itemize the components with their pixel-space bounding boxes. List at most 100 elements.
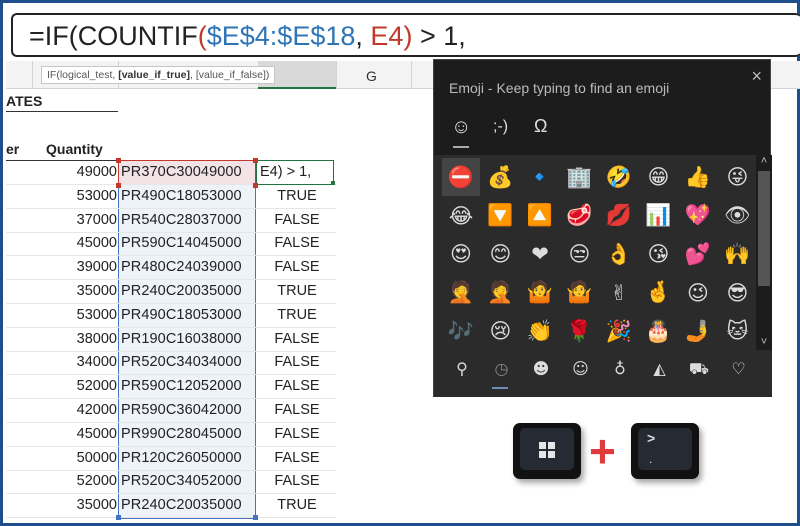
smileys-category-icon[interactable]: ☻	[528, 359, 554, 381]
duplicate-result-cell[interactable]: TRUE	[258, 283, 336, 299]
product-code-cell[interactable]: PR520C34034000	[121, 354, 242, 370]
quantity-cell[interactable]: 53000	[77, 188, 117, 204]
range-handle[interactable]	[116, 515, 121, 520]
quantity-cell[interactable]: 39000	[77, 259, 117, 275]
recent-category-icon[interactable]: ◷	[489, 359, 515, 381]
product-code-cell[interactable]: PR190C16038000	[121, 331, 242, 347]
duplicate-result-cell[interactable]: FALSE	[258, 259, 336, 275]
search-category-icon[interactable]: ⚲	[449, 359, 475, 381]
quantity-cell[interactable]: 37000	[77, 212, 117, 228]
quantity-cell[interactable]: 42000	[77, 402, 117, 418]
emoji-item[interactable]: 📊	[640, 197, 678, 235]
product-code-cell[interactable]: PR490C18053000	[121, 307, 242, 323]
emoji-item[interactable]: 👏	[521, 312, 559, 350]
product-code-cell[interactable]: PR590C14045000	[121, 235, 242, 251]
emoji-item[interactable]: 🤷	[561, 274, 599, 312]
emoji-item[interactable]: 💖	[679, 197, 717, 235]
range-handle[interactable]	[253, 183, 258, 188]
emoji-item[interactable]: 🤳	[679, 312, 717, 350]
quantity-cell[interactable]: 38000	[77, 331, 117, 347]
duplicate-result-cell[interactable]: FALSE	[258, 378, 336, 394]
duplicate-result-cell[interactable]: TRUE	[258, 497, 336, 513]
celebration-category-icon[interactable]: ♁	[607, 359, 633, 381]
fill-handle[interactable]	[331, 181, 335, 185]
product-code-cell[interactable]: PR240C20035000	[121, 497, 242, 513]
emoji-item[interactable]: 🐱	[719, 312, 757, 350]
symbols-category-icon[interactable]: ♡	[726, 359, 752, 381]
product-code-cell[interactable]: PR490C18053000	[121, 188, 242, 204]
emoji-item[interactable]: 😘	[640, 235, 678, 273]
emoji-item[interactable]: ✌	[600, 274, 638, 312]
symbols-tab-icon[interactable]: Ω	[534, 116, 547, 137]
emoji-item[interactable]: 🥩	[561, 197, 599, 235]
emoji-item[interactable]: 🙌	[719, 235, 757, 273]
product-code-cell[interactable]: PR480C24039000	[121, 259, 242, 275]
emoji-item[interactable]: 🤞	[640, 274, 678, 312]
range-handle[interactable]	[116, 183, 121, 188]
product-code-cell[interactable]: PR520C34052000	[121, 473, 242, 489]
emoji-item[interactable]: 🏢	[561, 158, 599, 196]
emoji-item[interactable]: 💰	[482, 158, 520, 196]
quantity-cell[interactable]: 45000	[77, 235, 117, 251]
close-icon[interactable]: ×	[751, 66, 762, 87]
column-header-g[interactable]: G	[366, 68, 377, 84]
emoji-item[interactable]: 🎶	[442, 312, 480, 350]
kaomoji-tab-icon[interactable]: ;-)	[493, 118, 508, 136]
emoji-scrollbar[interactable]: ˄ ˅	[756, 155, 772, 350]
emoji-item[interactable]: 💋	[600, 197, 638, 235]
emoji-item[interactable]: 🔼	[521, 197, 559, 235]
quantity-cell[interactable]: 52000	[77, 378, 117, 394]
emoji-item[interactable]: 🌹	[561, 312, 599, 350]
emoji-item[interactable]: 👁	[719, 197, 757, 235]
emoji-item[interactable]: 💕	[679, 235, 717, 273]
emoji-item[interactable]: 🎂	[640, 312, 678, 350]
quantity-cell[interactable]: 35000	[77, 283, 117, 299]
emoji-item[interactable]: 😁	[640, 158, 678, 196]
emoji-item[interactable]: 👌	[600, 235, 638, 273]
product-code-cell[interactable]: PR540C28037000	[121, 212, 242, 228]
quantity-cell[interactable]: 52000	[77, 473, 117, 489]
people-category-icon[interactable]: ☺	[568, 359, 594, 381]
product-code-cell[interactable]: PR590C12052000	[121, 378, 242, 394]
scroll-up-icon[interactable]: ˄	[756, 155, 772, 169]
duplicate-result-cell[interactable]: FALSE	[258, 473, 336, 489]
emoji-item[interactable]: 🎉	[600, 312, 638, 350]
emoji-item[interactable]: 🔽	[482, 197, 520, 235]
tooltip-current-arg[interactable]: [value_if_true]	[118, 69, 190, 81]
quantity-cell[interactable]: 45000	[77, 426, 117, 442]
duplicate-result-cell[interactable]: TRUE	[258, 188, 336, 204]
emoji-item[interactable]: 😊	[482, 235, 520, 273]
product-code-cell[interactable]: PR240C20035000	[121, 283, 242, 299]
emoji-item[interactable]: 😍	[442, 235, 480, 273]
scroll-thumb[interactable]	[758, 171, 770, 286]
range-handle[interactable]	[253, 515, 258, 520]
duplicate-result-cell[interactable]: TRUE	[258, 307, 336, 323]
active-cell[interactable]: E4) > 1,	[256, 160, 334, 185]
emoji-item[interactable]: 🤣	[600, 158, 638, 196]
duplicate-result-cell[interactable]: FALSE	[258, 450, 336, 466]
range-handle[interactable]	[253, 158, 258, 163]
emoji-item[interactable]: 😎	[719, 274, 757, 312]
product-code-cell[interactable]: PR590C36042000	[121, 402, 242, 418]
duplicate-result-cell[interactable]: FALSE	[258, 331, 336, 347]
emoji-item[interactable]: 🤦	[442, 274, 480, 312]
emoji-item[interactable]: 🤷	[521, 274, 559, 312]
quantity-cell[interactable]: 35000	[77, 497, 117, 513]
duplicate-result-cell[interactable]: FALSE	[258, 426, 336, 442]
range-handle[interactable]	[116, 158, 121, 163]
formula-bar[interactable]: =IF(COUNTIF($E$4:$E$18, E4) > 1,	[11, 13, 800, 57]
emoji-item[interactable]: 😜	[719, 158, 757, 196]
emoji-item[interactable]: 👍	[679, 158, 717, 196]
formula-text[interactable]: =IF(COUNTIF($E$4:$E$18, E4) > 1,	[29, 21, 466, 52]
scroll-down-icon[interactable]: ˅	[756, 336, 772, 350]
emoji-item[interactable]: 🔹	[521, 158, 559, 196]
duplicate-result-cell[interactable]: FALSE	[258, 212, 336, 228]
emoji-item[interactable]: ❤	[521, 235, 559, 273]
product-code-cell[interactable]: PR990C28045000	[121, 426, 242, 442]
duplicate-result-cell[interactable]: FALSE	[258, 402, 336, 418]
travel-category-icon[interactable]: ⛟	[686, 359, 712, 381]
emoji-item[interactable]: 😒	[561, 235, 599, 273]
duplicate-result-cell[interactable]: FALSE	[258, 354, 336, 370]
product-code-cell[interactable]: PR120C26050000	[121, 450, 242, 466]
quantity-cell[interactable]: 49000	[77, 164, 117, 180]
